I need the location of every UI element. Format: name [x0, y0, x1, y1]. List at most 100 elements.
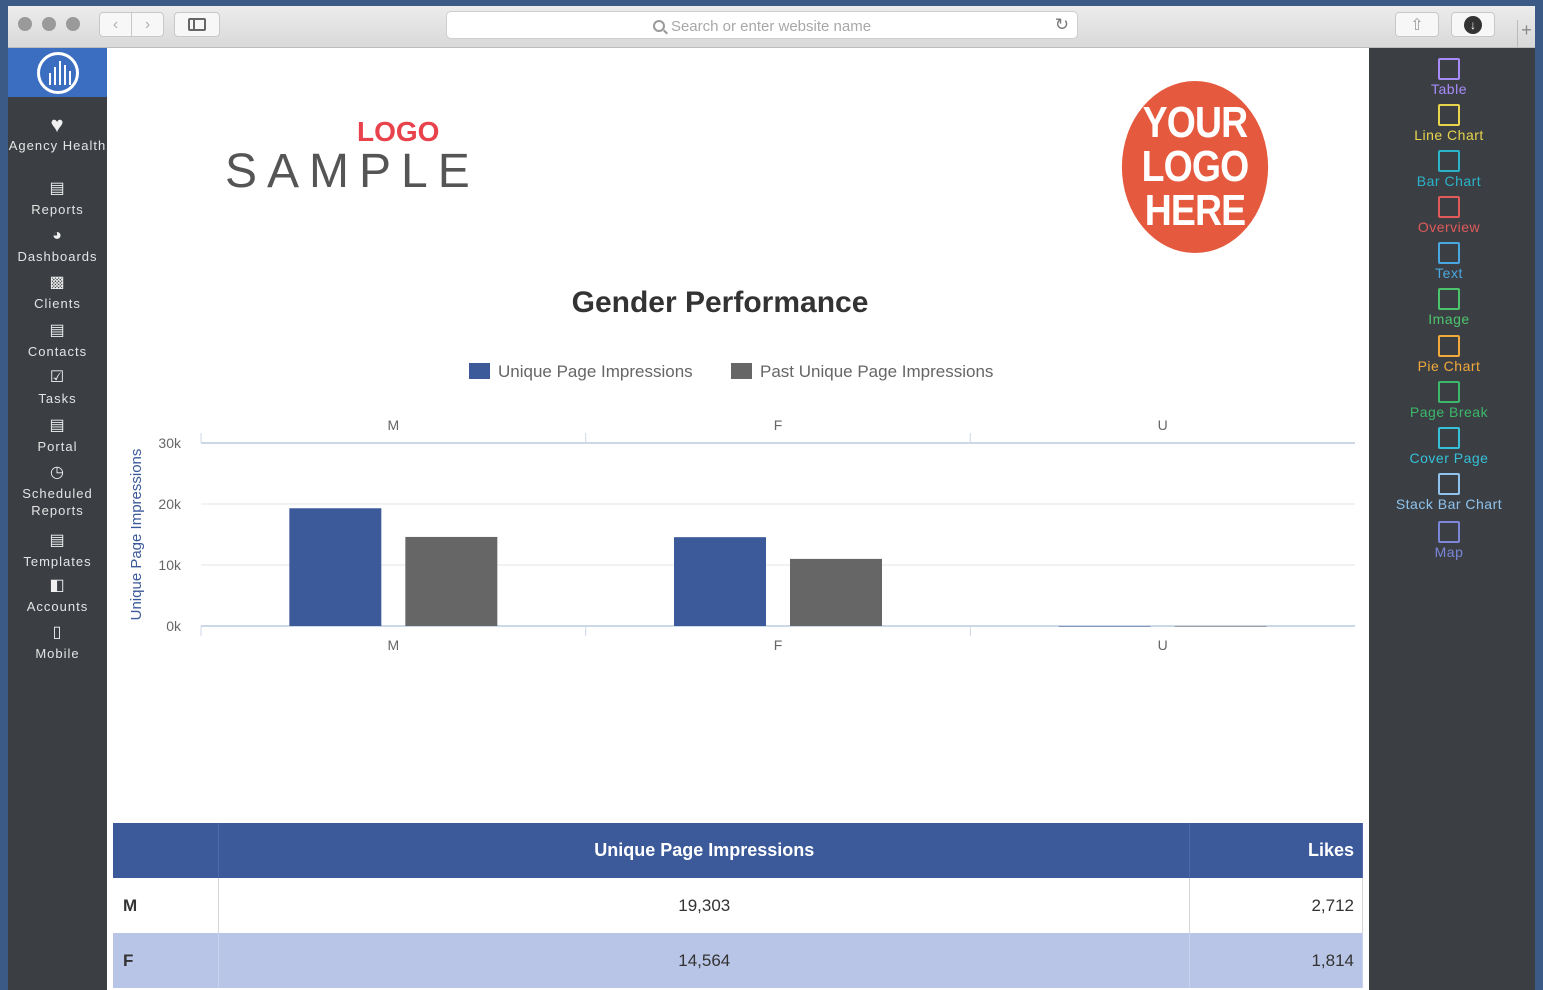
share-icon: ⇧: [1410, 16, 1424, 34]
tool-label: Stack Bar Chart: [1395, 496, 1503, 512]
accounts-icon: ◧: [49, 577, 66, 594]
downloads-button[interactable]: ↓: [1451, 12, 1495, 37]
tool-label: Bar Chart: [1416, 173, 1482, 189]
y-tick-label: 0k: [166, 618, 182, 634]
tool-bar-chart[interactable]: Bar Chart: [1369, 150, 1529, 189]
briefcase-icon: ▩: [49, 274, 66, 291]
back-button[interactable]: ‹: [99, 12, 132, 37]
sidebar-toggle-button[interactable]: [174, 12, 220, 37]
legend-item[interactable]: Past Unique Page Impressions: [731, 362, 993, 382]
app-logo-icon: [36, 51, 79, 94]
bar-chart: 0k 10k 20k 30k M M F F U U Unique Page Impressions: [128, 417, 1355, 653]
legend-label: Unique Page Impressions: [498, 362, 693, 381]
address-placeholder: Search or enter website name: [670, 18, 872, 35]
browser-window: ‹ › Search or enter website name ↻ ⇧ ↓ +…: [8, 6, 1535, 990]
tool-cover-page[interactable]: Cover Page: [1369, 427, 1529, 466]
y-tick-label: 20k: [158, 496, 182, 512]
row-likes: 1,814: [1189, 933, 1363, 988]
page-break-icon: [1438, 381, 1460, 403]
tool-label: Map: [1434, 544, 1464, 560]
sidebar-item-agency-health[interactable]: ♥ Agency Health: [8, 112, 107, 154]
contacts-icon: ▤: [49, 322, 66, 339]
map-icon: [1438, 521, 1460, 543]
close-window-button[interactable]: [18, 17, 32, 31]
sidebar-item-label: Reports: [31, 202, 84, 217]
tool-table[interactable]: Table: [1369, 58, 1529, 97]
x-tick-label-top: M: [387, 417, 399, 433]
overview-icon: [1438, 196, 1460, 218]
your-logo-placeholder[interactable]: YOUR LOGO HERE: [1121, 81, 1269, 253]
tool-overview[interactable]: Overview: [1369, 196, 1529, 235]
legend-swatch: [469, 363, 490, 379]
tool-map[interactable]: Map: [1369, 521, 1529, 560]
sidebar-item-scheduled-reports[interactable]: ◷ Scheduled Reports: [8, 464, 107, 519]
table-header-likes[interactable]: Likes: [1189, 823, 1363, 878]
left-sidebar: ♥ Agency Health ▤ Reports ◕ Dashboards ▩ Client…: [8, 48, 107, 990]
pie-icon: ◕: [52, 227, 63, 244]
sidebar-item-templates[interactable]: ▤ Templates: [8, 532, 107, 570]
table-header-blank: [113, 823, 220, 878]
table-icon: [1438, 58, 1460, 80]
minimize-window-button[interactable]: [42, 17, 56, 31]
new-tab-button[interactable]: +: [1517, 20, 1535, 48]
chevron-right-icon: ›: [144, 15, 151, 33]
line-chart-icon: [1438, 104, 1460, 126]
sidebar-item-clients[interactable]: ▩ Clients: [8, 274, 107, 312]
bar-unique-page-impressions-f: [674, 537, 766, 626]
tool-label: Line Chart: [1414, 127, 1484, 143]
row-impressions: 14,564: [218, 933, 1191, 988]
tool-stack-bar-chart[interactable]: Stack Bar Chart: [1369, 473, 1529, 512]
x-tick-label-top: U: [1158, 417, 1168, 433]
sidebar-item-reports[interactable]: ▤ Reports: [8, 180, 107, 218]
cover-page-icon: [1438, 427, 1460, 449]
sidebar-item-tasks[interactable]: ☑ Tasks: [8, 369, 107, 407]
your-logo-line: HERE: [1144, 186, 1246, 235]
y-tick-label: 10k: [158, 557, 182, 573]
reload-icon[interactable]: ↻: [1055, 15, 1069, 35]
x-tick-label-top: F: [774, 417, 783, 433]
sidebar-item-portal[interactable]: ▤ Portal: [8, 417, 107, 455]
clock-icon: ◷: [50, 464, 65, 481]
bar-past-unique-page-impressions-u: [1174, 626, 1267, 627]
browser-toolbar: ‹ › Search or enter website name ↻ ⇧ ↓ +: [8, 6, 1535, 48]
app-logo[interactable]: [8, 48, 107, 97]
sidebar-icon: [188, 18, 206, 31]
tool-text[interactable]: Text: [1369, 242, 1529, 281]
heart-icon: ♥: [50, 112, 65, 137]
sidebar-item-contacts[interactable]: ▤ Contacts: [8, 322, 107, 360]
address-bar[interactable]: Search or enter website name ↻: [446, 11, 1078, 39]
bar-past-unique-page-impressions-f: [790, 558, 882, 626]
right-toolbox: Table Line Chart Bar Chart Overview Text Imag…: [1369, 48, 1535, 990]
tool-label: Cover Page: [1409, 450, 1489, 466]
chevron-left-icon: ‹: [112, 15, 119, 33]
sidebar-item-dashboards[interactable]: ◕ Dashboards: [8, 227, 107, 265]
sidebar-item-label: Dashboards: [17, 249, 98, 264]
zoom-window-button[interactable]: [66, 17, 80, 31]
legend-item[interactable]: Unique Page Impressions: [469, 362, 693, 382]
stack-bar-chart-icon: [1438, 473, 1460, 495]
table-row: M 19,303 2,712: [113, 878, 1363, 933]
sidebar-item-label: Clients: [34, 296, 81, 311]
share-button[interactable]: ⇧: [1395, 12, 1439, 37]
reports-icon: ▤: [49, 180, 66, 197]
bar-unique-page-impressions-u: [1058, 626, 1151, 627]
sidebar-item-label: Tasks: [38, 391, 77, 406]
sidebar-item-mobile[interactable]: ▯ Mobile: [8, 624, 107, 662]
tool-page-break[interactable]: Page Break: [1369, 381, 1529, 420]
image-icon: [1438, 288, 1460, 310]
forward-button[interactable]: ›: [131, 12, 164, 37]
tool-pie-chart[interactable]: Pie Chart: [1369, 335, 1529, 374]
table-header-impressions[interactable]: Unique Page Impressions: [218, 823, 1191, 878]
text-icon: [1438, 242, 1460, 264]
sidebar-item-label: Portal: [37, 439, 78, 454]
tool-line-chart[interactable]: Line Chart: [1369, 104, 1529, 143]
templates-icon: ▤: [49, 532, 66, 549]
tool-image[interactable]: Image: [1369, 288, 1529, 327]
x-tick-label: F: [774, 637, 783, 653]
sidebar-item-accounts[interactable]: ◧ Accounts: [8, 577, 107, 615]
row-impressions: 19,303: [218, 878, 1191, 933]
table-row: F 14,564 1,814: [113, 933, 1363, 988]
sidebar-item-label: Templates: [23, 554, 92, 569]
sidebar-item-label: Accounts: [26, 599, 89, 614]
tool-label: Pie Chart: [1417, 358, 1481, 374]
